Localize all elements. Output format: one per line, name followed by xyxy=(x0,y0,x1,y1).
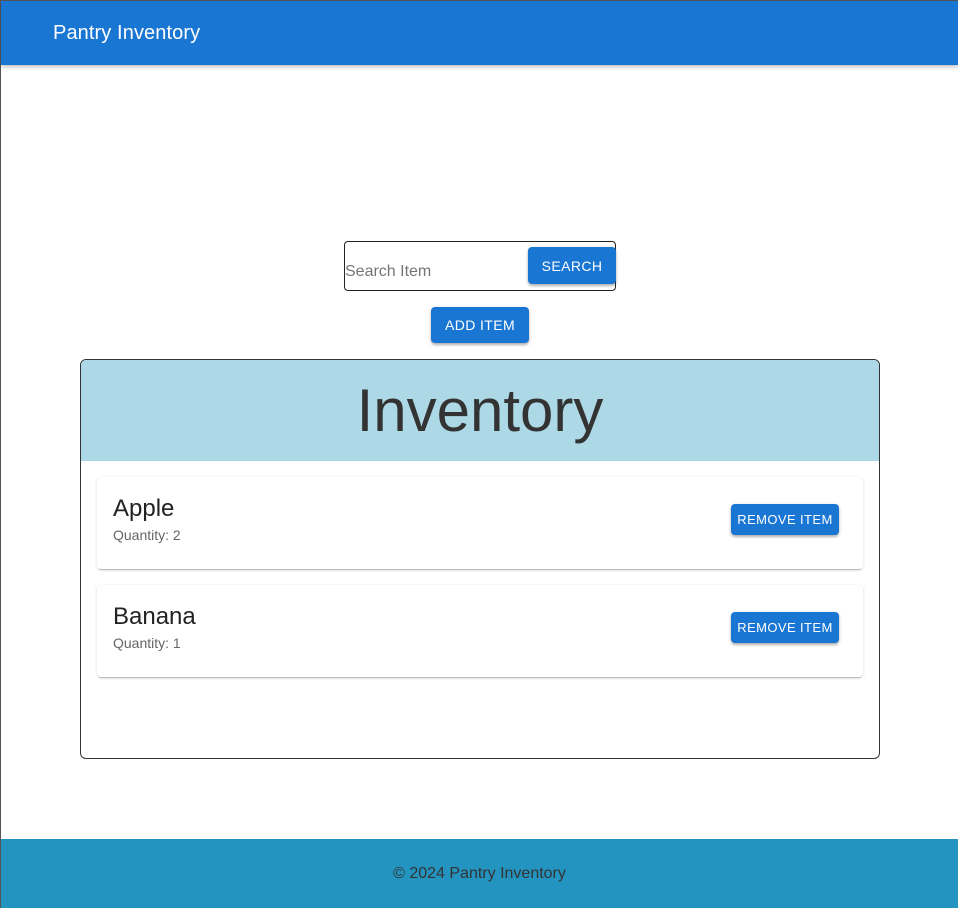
item-name: Apple xyxy=(113,495,175,522)
inventory-header: Inventory xyxy=(81,360,879,461)
app-frame: Pantry Inventory SEARCH ADD ITEM Invento… xyxy=(0,0,958,908)
item-quantity: Quantity: 2 xyxy=(113,527,181,543)
item-name: Banana xyxy=(113,603,196,630)
footer-copyright: © 2024 Pantry Inventory xyxy=(393,865,566,882)
app-title: Pantry Inventory xyxy=(53,21,201,44)
inventory-title: Inventory xyxy=(356,377,604,444)
list-item: Apple Quantity: 2 REMOVE ITEM xyxy=(97,477,863,569)
search-button[interactable]: SEARCH xyxy=(528,247,616,284)
list-item: Banana Quantity: 1 REMOVE ITEM xyxy=(97,585,863,677)
search-box: SEARCH xyxy=(344,241,616,291)
app-bar: Pantry Inventory xyxy=(1,1,958,65)
search-input[interactable] xyxy=(345,260,525,284)
inventory-panel: Inventory Apple Quantity: 2 REMOVE ITEM … xyxy=(80,359,880,759)
footer: © 2024 Pantry Inventory xyxy=(1,839,958,908)
remove-item-button[interactable]: REMOVE ITEM xyxy=(731,504,839,535)
remove-item-button[interactable]: REMOVE ITEM xyxy=(731,612,839,643)
add-item-button[interactable]: ADD ITEM xyxy=(431,307,529,343)
item-quantity: Quantity: 1 xyxy=(113,635,181,651)
